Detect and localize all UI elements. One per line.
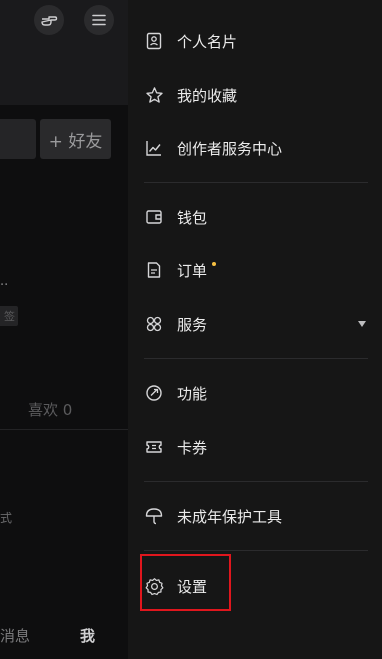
likes-tab[interactable]: 喜欢 0 [28,399,72,420]
menu-item-label: 创作者服务中心 [177,139,283,158]
background-divider [0,429,128,430]
section-divider [144,182,368,183]
menu-item-orders[interactable]: 订单 [128,250,382,290]
hamburger-icon [92,14,106,26]
wallet-icon [144,207,164,227]
menu-item-label: 钱包 [177,208,208,227]
menu-item-creator-center[interactable]: 创作者服务中心 [128,128,382,168]
likes-label: 喜欢 [28,401,59,419]
id-card-icon [144,31,164,51]
add-friend-button[interactable]: + 好友 [40,119,111,159]
chart-icon [144,138,164,158]
section-divider [144,481,368,482]
menu-item-services[interactable]: 服务 [128,304,382,344]
menu-item-label: 订单 [177,261,208,280]
menu-item-label: 服务 [177,315,208,334]
menu-button[interactable] [84,5,114,35]
chevron-down-icon[interactable] [358,321,366,327]
order-icon [144,260,164,280]
tag-text: 签 [4,310,15,323]
coupon-icon [144,437,164,457]
menu-item-favorites[interactable]: 我的收藏 [128,75,382,115]
menu-item-label: 个人名片 [177,32,238,51]
side-drawer: 个人名片 我的收藏 创作者服务中心 钱包 订单 服务 功能 卡券 未成年保护工具… [128,0,382,659]
notification-dot [212,262,216,266]
truncated-text: .. [0,274,9,289]
hand-pointer-icon [40,12,58,28]
background-page: + 好友 .. 签 喜欢 0 式 消息 我 [0,0,128,659]
star-icon [144,85,164,105]
likes-count: 0 [62,401,73,419]
search-field[interactable] [0,119,36,159]
menu-item-label: 未成年保护工具 [177,507,283,526]
menu-item-coupons[interactable]: 卡券 [128,427,382,467]
nav-me[interactable]: 我 [80,625,95,646]
section-divider [144,550,368,551]
menu-item-label: 功能 [177,384,208,403]
section-divider [144,358,368,359]
background-header [0,0,128,105]
menu-item-wallet[interactable]: 钱包 [128,197,382,237]
menu-item-label: 我的收藏 [177,86,238,105]
menu-item-functions[interactable]: 功能 [128,373,382,413]
menu-item-minor-protection[interactable]: 未成年保护工具 [128,496,382,536]
hand-pointer-button[interactable] [34,5,64,35]
settings-highlight-box [140,554,231,611]
services-icon [144,314,164,334]
menu-item-profile-card[interactable]: 个人名片 [128,21,382,61]
partial-text: 式 [0,511,13,525]
umbrella-icon [144,506,164,526]
menu-item-label: 卡券 [177,438,208,457]
tag-badge: 签 [0,306,18,326]
function-icon [144,383,164,403]
nav-messages[interactable]: 消息 [0,625,30,646]
